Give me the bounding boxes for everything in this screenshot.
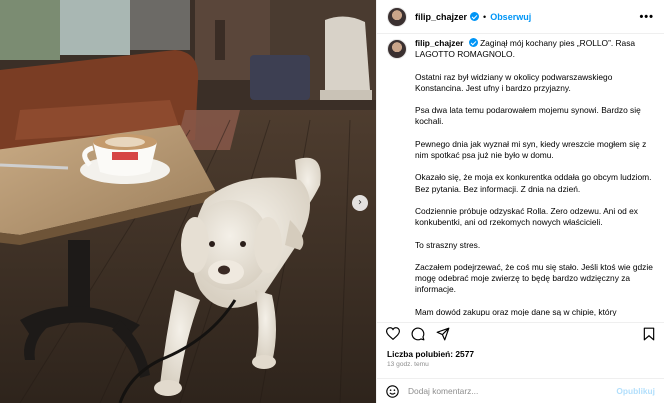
verified-badge-icon	[468, 38, 478, 47]
separator-dot: •	[483, 11, 487, 22]
likes-count[interactable]: Liczba polubień: 2577	[387, 349, 474, 359]
caption-text: filip_chajzer Zaginął mój kochany pies „…	[415, 38, 654, 316]
caption-paragraph: Zaczałem podejrzewać, że coś mu się stał…	[415, 261, 653, 295]
verified-badge-icon	[470, 12, 480, 21]
caption-paragraph: Codziennie próbuje odzyskać Rolla. Zero …	[415, 205, 638, 228]
follow-button[interactable]: Obserwuj	[490, 12, 531, 22]
more-options-icon[interactable]: •••	[639, 11, 654, 23]
next-arrow-icon: ›	[358, 197, 362, 208]
post-photo[interactable]: ›	[0, 0, 376, 403]
post-side-panel: filip_chajzer • Obserwuj ••• filip_chajz…	[376, 0, 664, 403]
caption-paragraph: Psa dwa lata temu podarowałem mojemu syn…	[415, 105, 641, 127]
caption-paragraph: Ostatni raz był widziany w okolicy podwa…	[415, 71, 613, 93]
next-photo-button[interactable]: ›	[352, 195, 368, 211]
post-timestamp[interactable]: 13 godz. temu	[387, 361, 429, 368]
comment-bar: Opublikuj	[377, 378, 664, 403]
caption-paragraph: Okazało się, że moja ex konkurentka odda…	[415, 172, 652, 194]
caption-username[interactable]: filip_chajzer	[415, 38, 463, 48]
caption-area: filip_chajzer Zaginął mój kochany pies „…	[377, 38, 664, 316]
caption-avatar[interactable]	[387, 39, 407, 59]
bookmark-icon[interactable]	[643, 327, 655, 341]
emoji-icon[interactable]	[386, 384, 399, 398]
heart-icon[interactable]	[386, 327, 400, 340]
author-username[interactable]: filip_chajzer	[415, 12, 467, 22]
caption-paragraph: Pewnego dnia jak wyznał mi syn, kiedy wr…	[415, 138, 647, 160]
caption-paragraph: To straszny stres.	[415, 239, 481, 250]
comment-input[interactable]	[408, 386, 617, 396]
post-header: filip_chajzer • Obserwuj •••	[377, 0, 664, 34]
caption-paragraph: Mam dowód zakupu oraz moje dane są w chi…	[415, 306, 617, 316]
share-icon[interactable]	[436, 327, 450, 341]
publish-button[interactable]: Opublikuj	[616, 386, 655, 396]
dog-cafe-photo	[0, 0, 376, 403]
comment-icon[interactable]	[411, 327, 425, 341]
caption-paragraph: filip_chajzer Zaginął mój kochany pies „…	[415, 38, 654, 60]
action-bar	[377, 322, 664, 344]
avatar[interactable]	[387, 6, 407, 27]
caption-row: filip_chajzer Zaginął mój kochany pies „…	[387, 38, 654, 316]
